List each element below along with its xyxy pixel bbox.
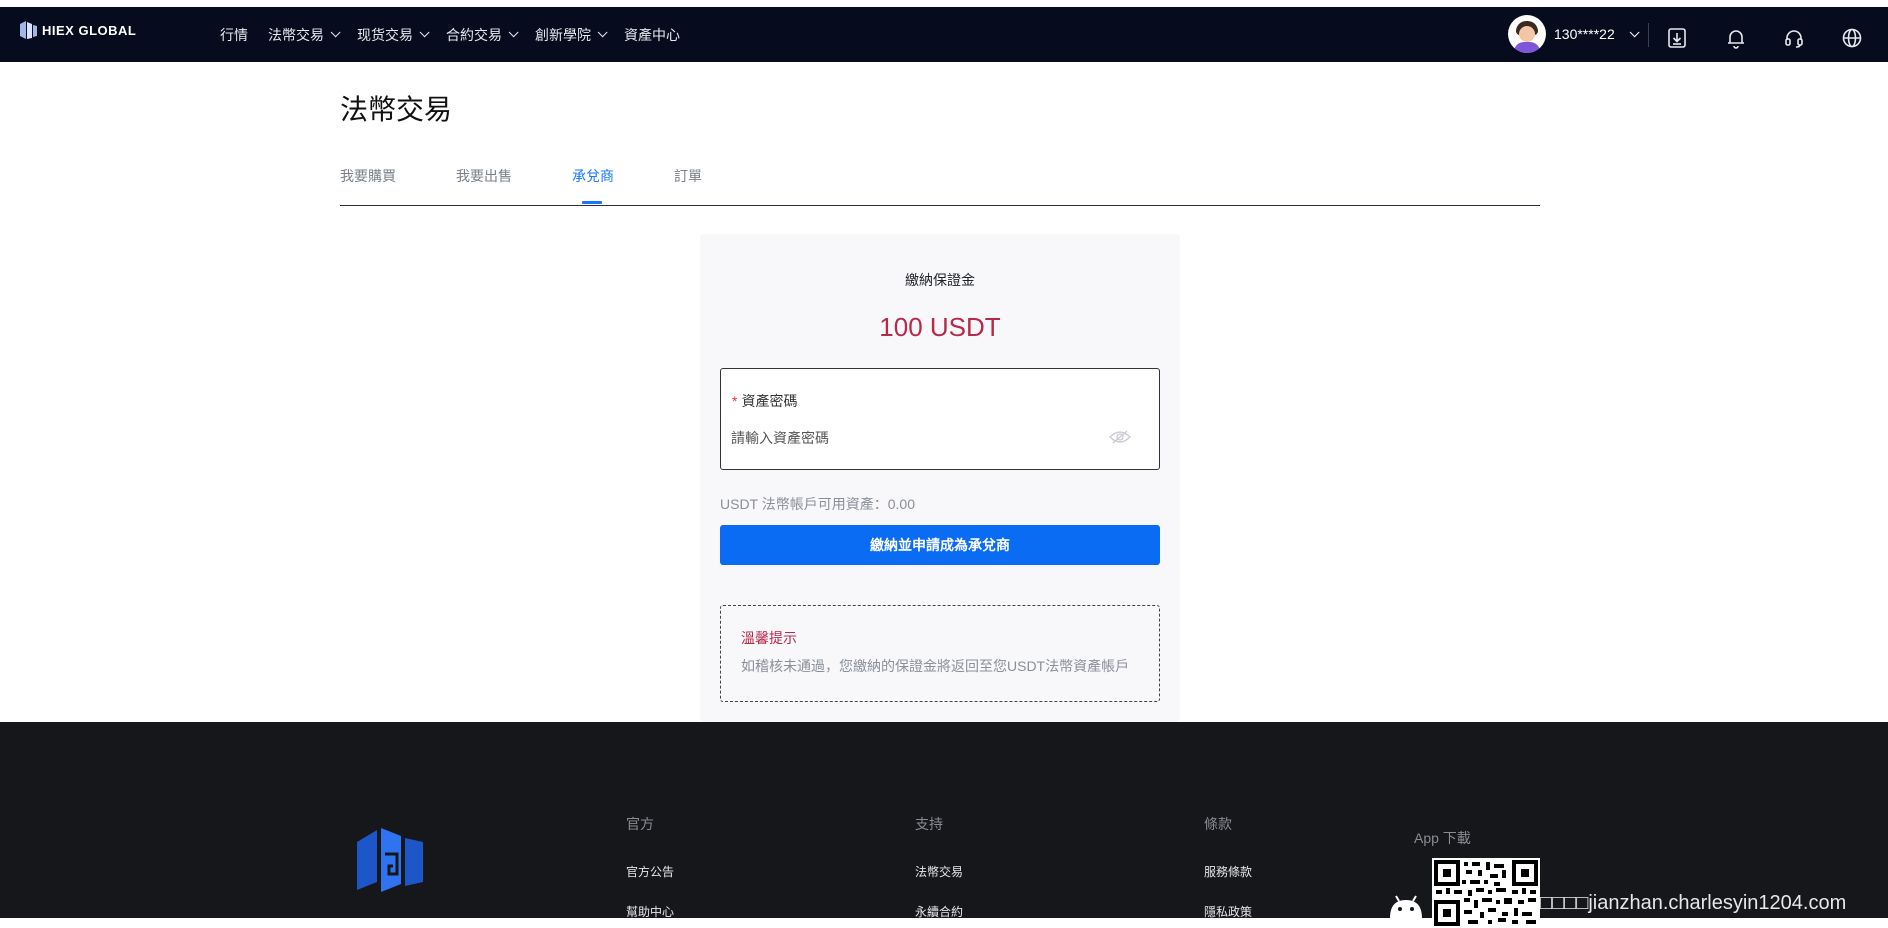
footer-link-perpetual-contract[interactable]: 永續合約 — [915, 903, 963, 920]
required-mark: * — [732, 393, 738, 409]
nav-spot-trading[interactable]: 现货交易 — [357, 25, 430, 45]
footer-link-fiat-trading[interactable]: 法幣交易 — [915, 863, 963, 880]
brand-logo[interactable]: HIEX GLOBAL — [18, 19, 136, 41]
nav-fiat-trading[interactable]: 法幣交易 — [268, 25, 341, 45]
footer-link-privacy-policy[interactable]: 隱私政策 — [1204, 903, 1252, 920]
deposit-title: 繳納保證金 — [905, 272, 975, 288]
app-download-title: App 下載 — [1414, 830, 1471, 846]
chevron-down-icon — [330, 27, 341, 38]
footer: 官方 官方公告 幫助中心 支持 法幣交易 永續合約 條款 服務條款 隱私政策 A… — [0, 722, 1888, 928]
password-field-box[interactable]: * 資產密碼 — [720, 368, 1160, 470]
warm-tip-box: 溫馨提示 如稽核未通過，您繳納的保證金將返回至您USDT法幣資產帳戶 — [720, 605, 1160, 702]
password-input[interactable] — [731, 425, 1101, 451]
user-name: 130****22 — [1554, 26, 1615, 42]
eye-off-icon[interactable] — [1109, 429, 1131, 445]
tab-orders[interactable]: 訂單 — [674, 166, 702, 186]
main-nav: 行情 法幣交易 现货交易 合約交易 創新學院 資產中心 — [220, 7, 700, 62]
page-title: 法幣交易 — [340, 94, 453, 125]
tab-sell[interactable]: 我要出售 — [456, 166, 512, 186]
globe-icon[interactable] — [1841, 27, 1863, 49]
user-menu[interactable]: 130****22 — [1508, 15, 1640, 53]
submit-deposit-button[interactable]: 繳納並申請成為承兌商 — [720, 525, 1160, 565]
nav-fiat-trading-label: 法幣交易 — [268, 26, 324, 43]
top-navbar: HIEX GLOBAL 行情 法幣交易 现货交易 合約交易 創新學院 資產中心 … — [0, 0, 1888, 62]
active-tab-indicator — [582, 201, 602, 204]
header-divider — [1648, 23, 1649, 47]
password-label: * 資產密碼 — [732, 391, 797, 411]
bell-icon[interactable] — [1725, 27, 1747, 49]
footer-link-help-center[interactable]: 幫助中心 — [626, 903, 674, 920]
password-label-text: 資產密碼 — [741, 393, 798, 409]
nav-asset-center[interactable]: 資產中心 — [624, 25, 680, 45]
footer-col-support-title: 支持 — [915, 816, 943, 832]
nav-spot-trading-label: 现货交易 — [357, 26, 413, 43]
headset-icon[interactable] — [1783, 27, 1805, 49]
tab-bar: 我要購買 我要出售 承兌商 訂單 — [340, 164, 1540, 206]
nav-asset-center-label: 資產中心 — [624, 26, 680, 43]
tab-merchant[interactable]: 承兌商 — [572, 166, 614, 186]
available-balance: USDT 法幣帳戶可用資產：0.00 — [720, 496, 915, 512]
footer-col-official-title: 官方 — [626, 816, 654, 832]
nav-market[interactable]: 行情 — [220, 25, 248, 45]
footer-link-terms-of-service[interactable]: 服務條款 — [1204, 863, 1252, 880]
nav-contract-trading[interactable]: 合約交易 — [446, 25, 519, 45]
nav-innovation-academy[interactable]: 創新學院 — [535, 25, 608, 45]
tab-buy[interactable]: 我要購買 — [340, 166, 396, 186]
tip-title: 溫馨提示 — [741, 630, 797, 646]
watermark-text: □□□□jianzhan.charlesyin1204.com — [1540, 892, 1847, 914]
chevron-down-icon — [1629, 26, 1640, 37]
android-icon[interactable] — [1386, 890, 1426, 920]
deposit-card: 繳納保證金 100 USDT * 資產密碼 USDT 法幣帳戶可用資產：0.00 … — [700, 234, 1180, 722]
nav-contract-trading-label: 合約交易 — [446, 26, 502, 43]
nav-market-label: 行情 — [220, 26, 248, 43]
brand-logo-text: HIEX GLOBAL — [42, 22, 137, 38]
chevron-down-icon — [597, 27, 608, 38]
chevron-down-icon — [419, 27, 430, 38]
tip-text: 如稽核未通過，您繳納的保證金將返回至您USDT法幣資產帳戶 — [741, 658, 1130, 674]
footer-col-terms-title: 條款 — [1204, 816, 1232, 832]
nav-innovation-academy-label: 創新學院 — [535, 26, 591, 43]
brand-logo-icon — [20, 21, 37, 39]
avatar — [1508, 15, 1546, 53]
footer-link-announcements[interactable]: 官方公告 — [626, 863, 674, 880]
download-icon[interactable] — [1666, 27, 1688, 49]
footer-logo-icon — [357, 828, 423, 892]
deposit-amount: 100 USDT — [879, 312, 1001, 342]
chevron-down-icon — [508, 27, 519, 38]
